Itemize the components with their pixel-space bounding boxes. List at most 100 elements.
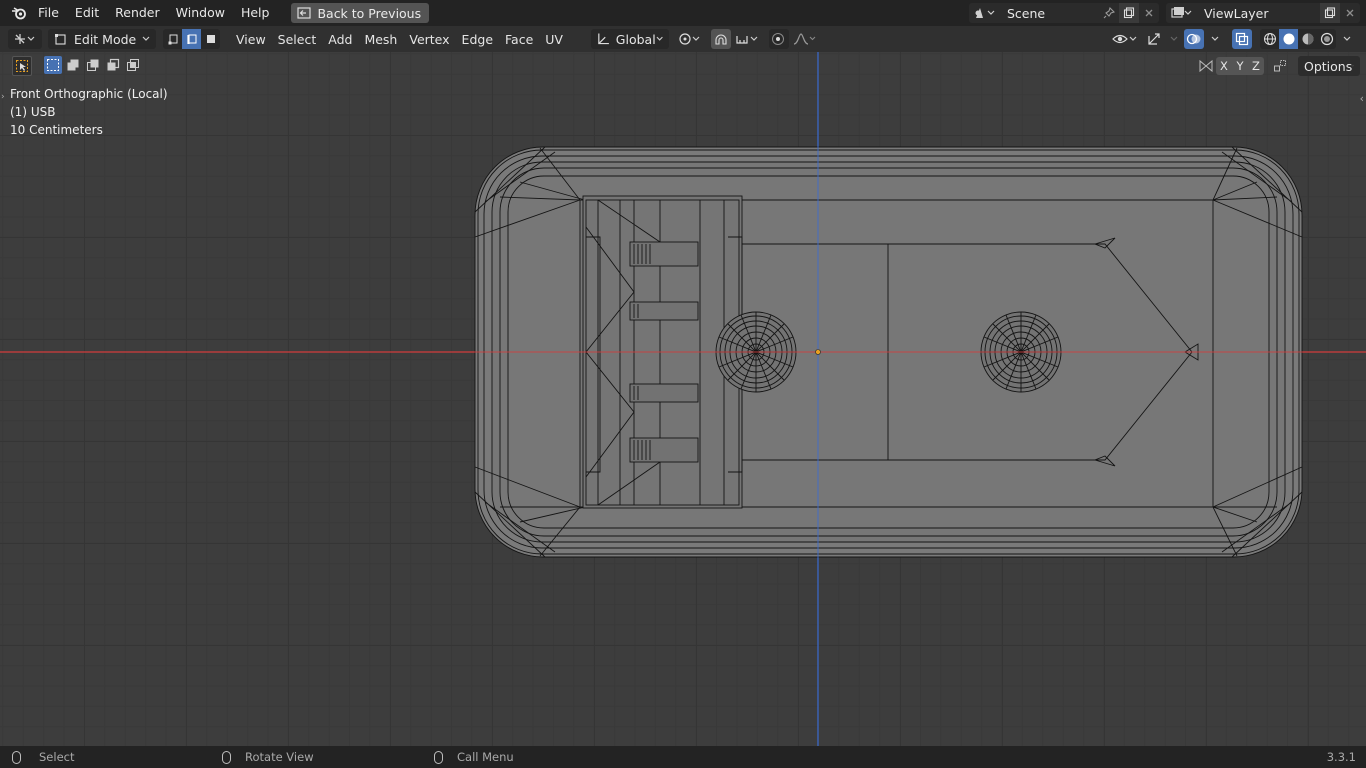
top-bar: File Edit Render Window Help Back to Pre… [0,0,1366,26]
header-menu-vertex[interactable]: Vertex [403,32,455,47]
status-call-menu-hint: Call Menu [434,750,514,764]
select-tool-row [12,56,32,76]
status-rotate-hint: Rotate View [222,750,314,764]
close-scene-icon[interactable] [1139,3,1159,23]
chevron-down-icon [656,36,663,41]
chevron-down-icon [1352,65,1354,67]
overlays-dropdown-icon[interactable] [1208,29,1222,49]
object-origin [815,349,821,355]
status-call-menu-label: Call Menu [457,750,514,764]
wireframe-sphere-icon [1263,33,1276,45]
falloff-curve-icon [793,33,816,45]
header-menu-face[interactable]: Face [499,32,539,47]
proportional-editing-toggle[interactable] [768,29,789,49]
header-menu-view[interactable]: View [230,32,272,47]
object-info-label: (1) USB [10,105,56,119]
menu-file[interactable]: File [30,0,67,26]
extend-selection-icon[interactable] [64,56,82,74]
options-dropdown[interactable]: Options [1298,56,1360,76]
status-rotate-label: Rotate View [245,750,314,764]
rendered-shading-button[interactable] [1317,29,1336,49]
close-view-layer-icon[interactable] [1340,3,1360,23]
wireframe-shading-button[interactable] [1260,29,1279,49]
left-mouse-icon [12,750,21,764]
scene-name[interactable]: Scene [1007,6,1099,21]
snap-target-dropdown[interactable] [733,29,761,49]
view-layer-selector[interactable]: ViewLayer [1166,3,1360,23]
material-shading-button[interactable] [1298,29,1317,49]
options-label: Options [1304,58,1353,74]
view-layer-name[interactable]: ViewLayer [1204,6,1320,21]
mode-label: Edit Mode [74,31,137,47]
transform-orientation-dropdown[interactable]: Global [590,29,669,49]
3d-viewport[interactable]: Front Orthographic (Local) (1) USB 10 Ce… [0,52,1366,746]
header-menu-mesh[interactable]: Mesh [358,32,403,47]
gizmo-dropdown-icon[interactable] [1168,29,1180,49]
vertex-select-icon [168,34,177,45]
snap-toggle[interactable] [710,29,731,49]
selection-mode-row [44,56,142,74]
new-scene-icon[interactable] [1119,3,1139,23]
back-icon [297,7,312,19]
edge-select-button[interactable] [182,29,201,49]
shading-mode-group [1260,29,1336,49]
header-menu-add[interactable]: Add [322,32,358,47]
scene-selector[interactable]: Scene [969,3,1159,23]
editor-type-icon [15,34,35,44]
orientation-label: Global [615,31,656,47]
grid-scale-label: 10 Centimeters [10,123,103,137]
header-menu-select[interactable]: Select [272,32,323,47]
mirror-y-button[interactable]: Y [1232,57,1248,75]
back-to-previous-button[interactable]: Back to Previous [291,3,430,23]
intersect-selection-icon[interactable] [124,56,142,74]
middle-mouse-icon [222,750,231,764]
solid-sphere-icon [1283,33,1294,45]
vertex-select-button[interactable] [163,29,182,49]
proportional-editing-icon [771,33,784,45]
menu-window[interactable]: Window [168,0,233,26]
mirror-butterfly-icon[interactable] [1196,57,1216,75]
new-view-layer-icon[interactable] [1320,3,1340,23]
right-mouse-icon [434,750,443,764]
menu-help[interactable]: Help [233,0,278,26]
chevron-down-icon [142,36,150,41]
header-menu-uv[interactable]: UV [539,32,569,47]
face-select-button[interactable] [201,29,220,49]
visibility-eye-icon[interactable] [1110,29,1140,49]
mode-dropdown[interactable]: Edit Mode [48,29,156,49]
menu-edit[interactable]: Edit [67,0,107,26]
sidebar-expand-icon[interactable]: ‹ [1360,92,1364,105]
pivot-point-dropdown[interactable] [675,29,705,49]
edit-mode-icon [55,34,66,45]
mirror-z-button[interactable]: Z [1248,57,1264,75]
shading-dropdown-icon[interactable] [1340,29,1354,49]
select-box-tool-icon[interactable] [12,56,32,76]
falloff-dropdown[interactable] [791,29,819,49]
material-sphere-icon [1302,33,1313,45]
auto-merge-icon[interactable] [1270,57,1290,75]
pin-icon[interactable] [1099,3,1119,23]
header-menu-edge[interactable]: Edge [456,32,499,47]
viewport-header: Edit Mode View Select Add Mesh Vertex Ed… [0,26,1366,52]
mirror-x-button[interactable]: X [1216,57,1232,75]
snap-magnet-icon [715,34,727,45]
blender-logo-icon[interactable] [8,3,30,23]
pivot-point-icon [679,33,700,45]
orientation-icon [598,33,609,45]
view-name-label: Front Orthographic (Local) [10,87,168,101]
menu-render[interactable]: Render [107,0,168,26]
solid-shading-button[interactable] [1279,29,1298,49]
editor-type-dropdown[interactable] [8,29,42,49]
toolbar-expand-icon[interactable]: › [1,92,5,102]
scene-icon[interactable] [969,3,999,23]
invert-selection-icon[interactable] [104,56,122,74]
back-to-previous-label: Back to Previous [317,5,422,21]
xray-toggle-icon[interactable] [1232,29,1252,49]
overlays-toggle-icon[interactable] [1184,29,1204,49]
view-layer-icon[interactable] [1166,3,1196,23]
set-new-selection-icon[interactable] [44,56,62,74]
subtract-selection-icon[interactable] [84,56,102,74]
mirror-axis-group: X Y Z [1216,57,1264,75]
status-select-hint: Select [12,750,74,764]
gizmo-toggle-icon[interactable] [1144,29,1164,49]
